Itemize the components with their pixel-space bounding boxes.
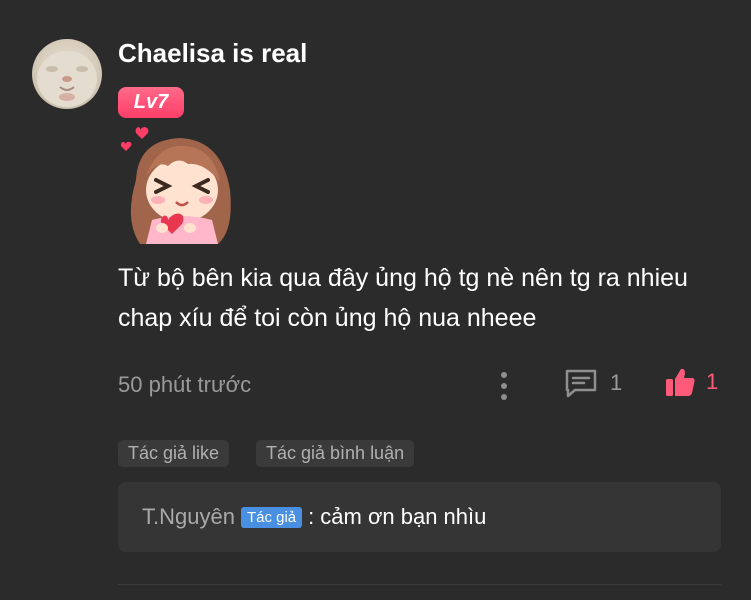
reply-button[interactable]: 1 — [564, 368, 622, 398]
reply-separator: : — [308, 504, 315, 529]
timestamp: 50 phút trước — [118, 372, 252, 397]
like-count: 1 — [706, 369, 719, 394]
comment-text: Từ bộ bên kia qua đây ủng hộ tg nè nên t… — [118, 264, 688, 332]
reply-text: cảm ơn bạn nhìu — [320, 504, 487, 529]
reply-count: 1 — [610, 370, 623, 395]
comment-bubble-icon — [565, 369, 597, 398]
reply-author[interactable]: T.Nguyên — [142, 504, 235, 530]
cat-avatar-icon — [37, 51, 97, 107]
author-reply[interactable]: T.Nguyên Tác giả : cảm ơn bạn nhìu — [118, 482, 721, 552]
author-commented-tag: Tác giả bình luận — [256, 440, 415, 467]
more-vertical-icon[interactable] — [494, 370, 514, 402]
chibi-girl-sticker-icon — [120, 127, 231, 244]
author-liked-tag: Tác giả like — [118, 440, 230, 467]
divider — [118, 584, 721, 585]
sticker-image — [118, 120, 242, 244]
author-badge: Tác giả — [240, 506, 303, 528]
level-badge: Lv7 — [118, 87, 184, 118]
like-button[interactable]: 1 — [664, 366, 718, 398]
thumbs-up-icon — [666, 368, 695, 396]
username[interactable]: Chaelisa is real — [118, 38, 307, 69]
avatar[interactable] — [32, 39, 102, 109]
